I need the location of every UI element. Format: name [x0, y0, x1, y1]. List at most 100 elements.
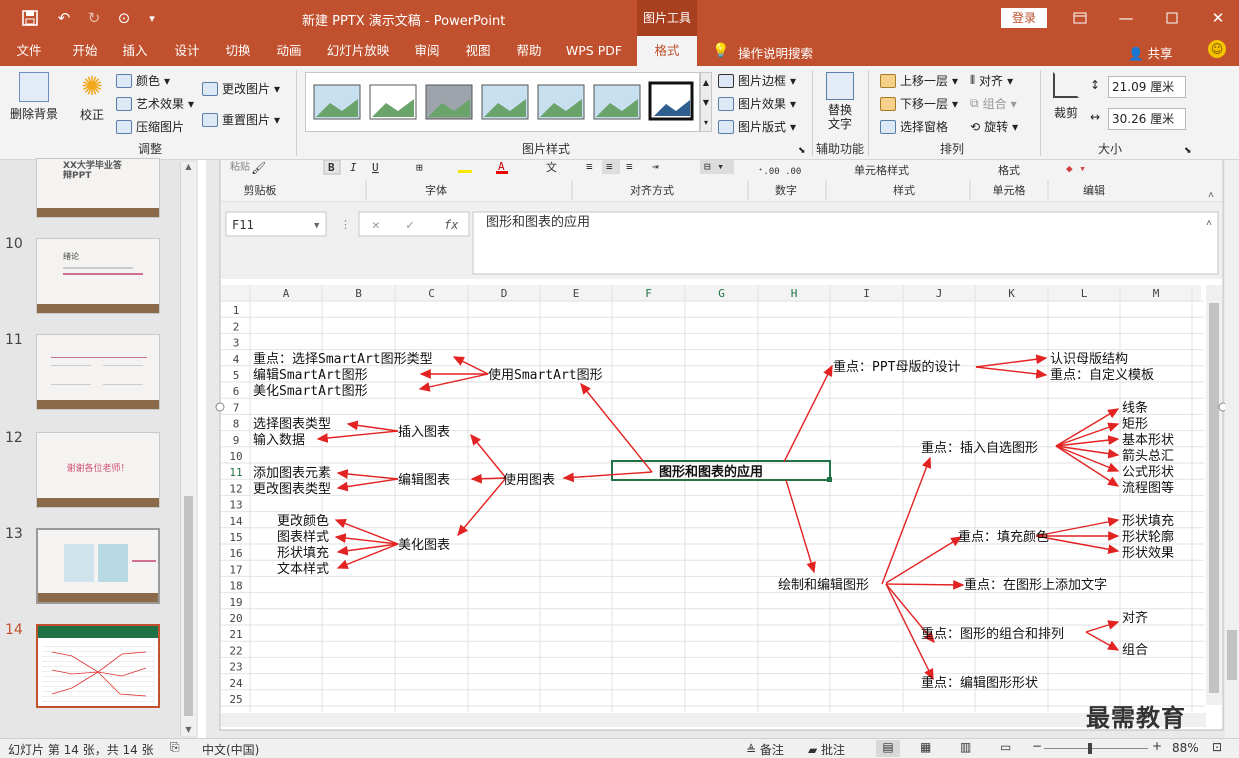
row-header-1[interactable]: 1: [233, 304, 240, 317]
corrections-button[interactable]: ✺ 校正: [72, 72, 112, 123]
tab-home[interactable]: 开始: [64, 36, 106, 66]
resize-handle-left[interactable]: [215, 402, 225, 412]
row-header-5[interactable]: 5: [233, 369, 240, 382]
spellcheck-icon[interactable]: ⎘: [170, 740, 180, 755]
row-header-22[interactable]: 22: [229, 644, 242, 657]
slide-thumbnail-10[interactable]: 绪论: [36, 238, 160, 314]
width-input[interactable]: 30.26 厘米: [1108, 108, 1186, 130]
zoom-in-button[interactable]: +: [1152, 739, 1162, 753]
compress-pictures-button[interactable]: 压缩图片: [116, 118, 184, 135]
slide-thumbnail-13[interactable]: [36, 528, 160, 604]
row-header-18[interactable]: 18: [229, 580, 242, 593]
minimize-icon[interactable]: —: [1108, 0, 1144, 36]
language-indicator[interactable]: 中文(中国): [202, 741, 259, 758]
zoom-level[interactable]: 88%: [1172, 741, 1199, 755]
column-header-f[interactable]: F: [645, 287, 652, 300]
group-button[interactable]: ⧉ 组合 ▾: [970, 95, 1017, 112]
zoom-slider[interactable]: [1044, 748, 1148, 749]
slide-thumbnail-11[interactable]: [36, 334, 160, 410]
tab-review[interactable]: 审阅: [406, 36, 448, 66]
slide-thumbnail-14[interactable]: [36, 624, 160, 708]
column-header-h[interactable]: H: [791, 287, 798, 300]
sheet-horizontal-scrollbar[interactable]: [221, 713, 1206, 727]
tell-me-search[interactable]: 操作说明搜索: [738, 43, 813, 62]
slide-sorter-icon[interactable]: ▦: [920, 740, 931, 754]
row-header-19[interactable]: 19: [229, 596, 242, 609]
crop-button[interactable]: 裁剪: [1048, 72, 1084, 121]
picture-layout-button[interactable]: 图片版式 ▾: [718, 118, 796, 135]
column-header-c[interactable]: C: [428, 287, 435, 300]
dialog-launcher-icon[interactable]: ⬊: [798, 146, 806, 156]
column-header-g[interactable]: G: [718, 287, 725, 300]
row-header-25[interactable]: 25: [229, 693, 242, 706]
customize-qat-icon[interactable]: ▾: [134, 0, 170, 36]
selection-pane-button[interactable]: 选择窗格: [880, 118, 948, 135]
column-header-a[interactable]: A: [283, 287, 290, 300]
row-header-11[interactable]: 11: [229, 466, 242, 479]
tab-transitions[interactable]: 切换: [217, 36, 259, 66]
height-input[interactable]: 21.09 厘米: [1108, 76, 1186, 98]
fit-slide-icon[interactable]: ⊡: [1212, 740, 1222, 754]
share-button[interactable]: 👤 共享: [1128, 43, 1173, 62]
picture-border-button[interactable]: 图片边框 ▾: [718, 72, 796, 89]
normal-view-icon[interactable]: ▤: [876, 740, 900, 757]
row-header-20[interactable]: 20: [229, 612, 242, 625]
column-header-b[interactable]: B: [355, 287, 362, 300]
row-header-8[interactable]: 8: [233, 418, 240, 431]
tab-insert[interactable]: 插入: [114, 36, 156, 66]
row-header-9[interactable]: 9: [233, 434, 240, 447]
login-button[interactable]: 登录: [1001, 8, 1047, 28]
ribbon-display-icon[interactable]: [1062, 0, 1098, 36]
tab-help[interactable]: 帮助: [508, 36, 550, 66]
reading-view-icon[interactable]: ▥: [960, 740, 971, 754]
row-header-21[interactable]: 21: [229, 628, 242, 641]
zoom-slider-thumb[interactable]: [1088, 743, 1092, 754]
remove-background-button[interactable]: 删除背景: [8, 72, 60, 122]
picture-styles-gallery[interactable]: [305, 72, 700, 132]
color-button[interactable]: 颜色 ▾: [116, 72, 170, 89]
column-header-i[interactable]: I: [863, 287, 870, 300]
alt-text-button[interactable]: 替换文字: [820, 72, 860, 131]
maximize-icon[interactable]: [1154, 0, 1190, 36]
row-header-15[interactable]: 15: [229, 531, 242, 544]
row-header-6[interactable]: 6: [233, 385, 240, 398]
picture-effects-button[interactable]: 图片效果 ▾: [718, 95, 796, 112]
column-header-l[interactable]: L: [1081, 287, 1088, 300]
row-header-14[interactable]: 14: [229, 515, 243, 528]
row-header-4[interactable]: 4: [233, 353, 240, 366]
row-header-23[interactable]: 23: [229, 661, 242, 674]
close-icon[interactable]: ✕: [1200, 0, 1236, 36]
tab-wps-pdf[interactable]: WPS PDF: [562, 36, 626, 66]
tab-design[interactable]: 设计: [166, 36, 208, 66]
cell-format-button[interactable]: 格式: [998, 163, 1020, 177]
slide-vertical-scrollbar[interactable]: [1225, 160, 1239, 738]
slide-thumbnail-12[interactable]: 谢谢各位老师！: [36, 432, 160, 508]
tab-slideshow[interactable]: 幻灯片放映: [322, 36, 394, 66]
column-header-d[interactable]: D: [501, 287, 508, 300]
slide-thumbnail-9[interactable]: XX大学毕业答辩PPT: [36, 158, 160, 218]
send-backward-button[interactable]: 下移一层 ▾: [880, 95, 958, 112]
row-header-17[interactable]: 17: [229, 563, 242, 576]
gallery-scroll[interactable]: ▲ ▼ ▾: [700, 72, 712, 132]
rotate-button[interactable]: ⟲ 旋转 ▾: [970, 118, 1018, 135]
align-button[interactable]: ⫴ 对齐 ▾: [970, 72, 1013, 89]
column-header-k[interactable]: K: [1008, 287, 1015, 300]
row-header-7[interactable]: 7: [233, 401, 240, 414]
size-launcher-icon[interactable]: ⬊: [1184, 146, 1192, 156]
row-header-3[interactable]: 3: [233, 337, 240, 350]
slideshow-view-icon[interactable]: ▭: [1000, 740, 1011, 754]
row-header-2[interactable]: 2: [233, 320, 240, 333]
artistic-effects-button[interactable]: 艺术效果 ▾: [116, 95, 194, 112]
column-header-m[interactable]: M: [1153, 287, 1160, 300]
row-header-10[interactable]: 10: [229, 450, 242, 463]
row-header-12[interactable]: 12: [229, 482, 242, 495]
cell-styles-button[interactable]: 单元格样式: [854, 163, 909, 177]
reset-picture-button[interactable]: 重置图片 ▾: [202, 111, 280, 128]
row-header-24[interactable]: 24: [229, 677, 243, 690]
save-icon[interactable]: [12, 0, 48, 36]
tab-file[interactable]: 文件: [8, 36, 50, 66]
comments-button[interactable]: ▰ 批注: [808, 741, 845, 758]
thumbnail-scrollbar[interactable]: ▲ ▼: [180, 162, 196, 736]
notes-button[interactable]: ≜ 备注: [746, 741, 784, 758]
smiley-icon[interactable]: ☺: [1208, 40, 1226, 58]
